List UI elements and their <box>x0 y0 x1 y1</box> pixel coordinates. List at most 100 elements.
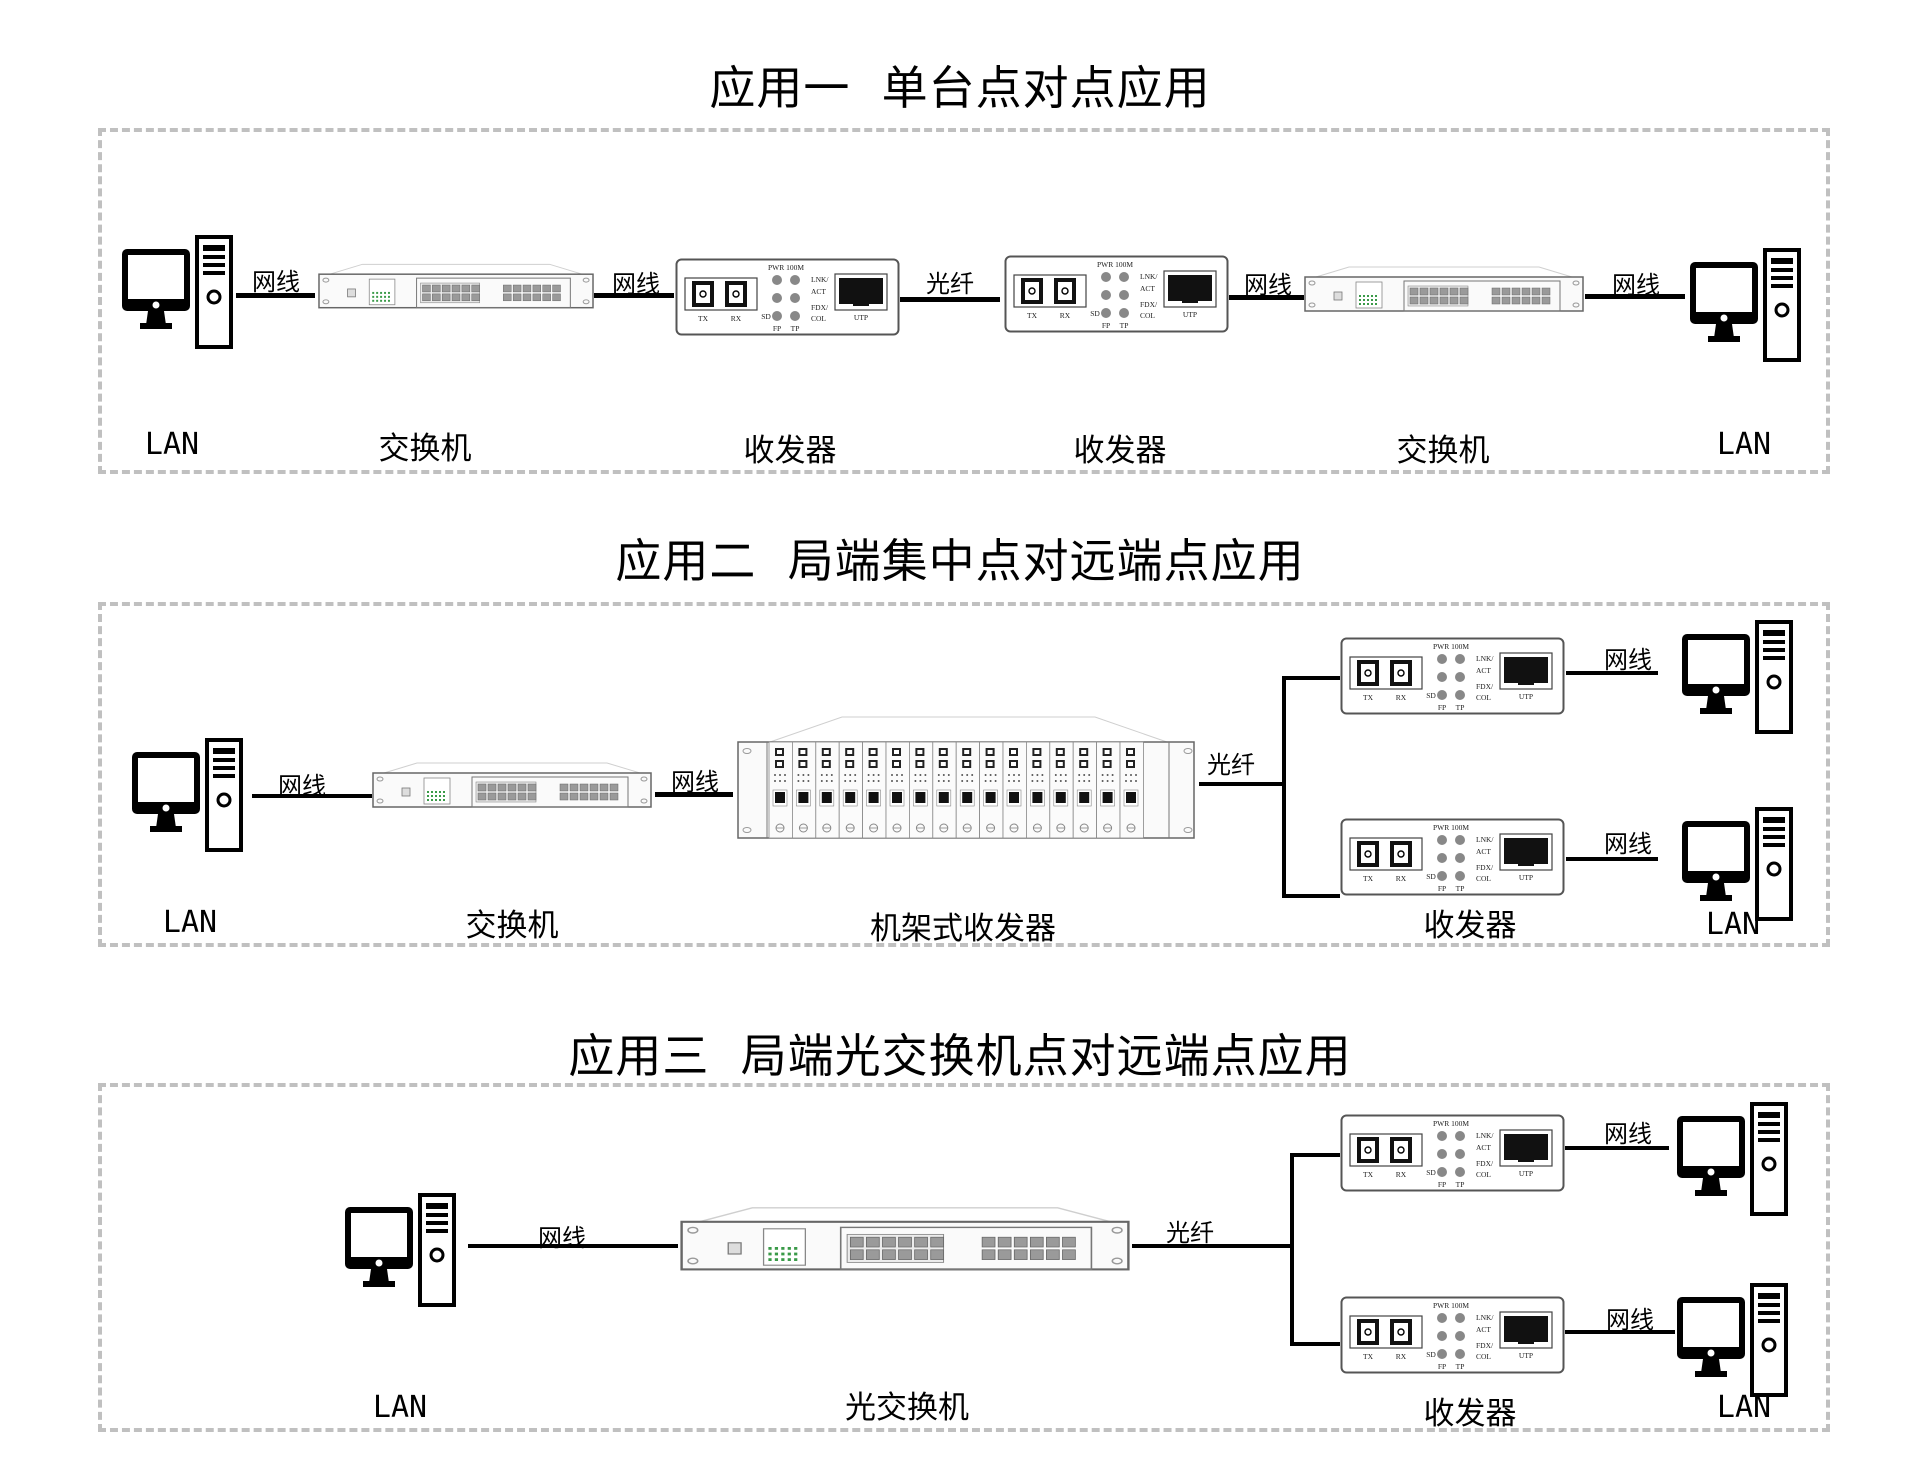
device-text: LNK/ <box>1140 272 1158 281</box>
switch-label: 交换机 <box>1396 433 1490 469</box>
lan-label: LAN <box>1716 1390 1772 1425</box>
media-converter: TX RX PWR 100M LNK/ACT FDX/COL SD FP TP UTP <box>1340 1296 1565 1374</box>
device-text: TP <box>1456 884 1465 893</box>
device-text: RX <box>1396 1170 1407 1179</box>
device-text: FP <box>1438 1362 1446 1371</box>
device-text: FDX/ <box>1476 682 1494 691</box>
device-text: COL <box>811 314 826 323</box>
media-converter: TX RX PWR 100M LNK/ACT FDX/COL SD FP TP UTP <box>1004 255 1229 333</box>
device-text: PWR 100M <box>1433 1301 1469 1310</box>
rack-card-slot <box>1049 741 1074 839</box>
transceiver-label: 收发器 <box>1073 433 1167 469</box>
pc-icon <box>1680 620 1795 735</box>
rack-card-slot <box>955 741 980 839</box>
device-text: TX <box>1027 311 1038 320</box>
rack-card-slot <box>908 741 934 839</box>
device-text: UTP <box>1519 692 1533 701</box>
media-converter: TX RX PWR 100M LNK/ACT FDX/COL SD FP TP UTP <box>675 258 900 336</box>
device-text: LNK/ <box>1476 1131 1494 1140</box>
device-text: FDX/ <box>1476 1159 1494 1168</box>
cable-label: 网线 <box>252 268 300 296</box>
device-text: TP <box>791 324 800 333</box>
device-text: TP <box>1456 1362 1465 1371</box>
rack-card-slot <box>862 741 887 839</box>
device-text: ACT <box>1476 1325 1491 1334</box>
optical-switch-label: 光交换机 <box>845 1390 969 1426</box>
device-text: ACT <box>1140 284 1155 293</box>
rack-card-slot <box>815 741 840 839</box>
rack-card-slot <box>792 741 817 839</box>
device-text: TX <box>1363 874 1374 883</box>
device-text: RX <box>1396 1352 1407 1361</box>
device-text: ACT <box>1476 666 1491 675</box>
device-text: COL <box>1140 311 1155 320</box>
fiber-label: 光纤 <box>1207 751 1255 779</box>
pc-icon <box>1675 1102 1790 1217</box>
cable-label: 网线 <box>278 772 326 800</box>
transceiver-icon: TX RX PWR 100M LNK/ACT FDX/COL SDFP TP UTP <box>1340 1296 1565 1374</box>
switch-label: 交换机 <box>378 431 472 467</box>
device-text: COL <box>1476 1170 1491 1179</box>
device-text: SD <box>1426 691 1436 700</box>
fiber-branch-vertical <box>1290 1153 1294 1346</box>
fiber-branch-bottom <box>1290 1342 1340 1346</box>
fiber-label: 光纤 <box>1166 1219 1214 1247</box>
rack-card-slot <box>979 741 1004 839</box>
device-text: RX <box>1396 874 1407 883</box>
transceiver-label: 收发器 <box>1423 1396 1517 1432</box>
device-text: SD <box>761 312 771 321</box>
switch-icon <box>372 760 652 812</box>
fiber-branch-top <box>1290 1153 1340 1157</box>
device-text: COL <box>1476 693 1491 702</box>
device-text: LNK/ <box>1476 654 1494 663</box>
pc-icon <box>1680 807 1795 922</box>
device-text: ACT <box>1476 847 1491 856</box>
lan-label: LAN <box>1705 907 1761 942</box>
transceiver-label: 收发器 <box>1423 908 1517 944</box>
device-text: TX <box>1363 1352 1374 1361</box>
rack-card-slot <box>1096 741 1121 839</box>
cable-label: 网线 <box>612 270 660 298</box>
fiber-line <box>1199 782 1284 786</box>
device-text: RX <box>1396 693 1407 702</box>
device-text: ACT <box>1476 1143 1491 1152</box>
rack-card-slot <box>838 741 863 839</box>
device-text: FP <box>773 324 781 333</box>
switch-label: 交换机 <box>465 908 559 944</box>
device-text: FP <box>1438 703 1446 712</box>
device-text: UTP <box>1519 1351 1533 1360</box>
rack-card-slot <box>1119 741 1144 839</box>
media-converter: TX RX PWR 100M LNK/ACT FDX/COL SD FP TP UTP <box>1340 637 1565 715</box>
device-text: UTP <box>1519 873 1533 882</box>
device-text: PWR 100M <box>768 263 804 272</box>
device-text: TP <box>1456 1180 1465 1189</box>
device-text: LNK/ <box>1476 1313 1494 1322</box>
device-text: TX <box>1363 693 1374 702</box>
device-text: SD <box>1426 872 1436 881</box>
device-text: TP <box>1120 321 1129 330</box>
cable-label: 网线 <box>538 1224 586 1252</box>
device-text: FDX/ <box>1476 863 1494 872</box>
transceiver-icon: TX RX PWR 100M LNK/ACT FDX/COL SDFP TP UTP <box>1340 637 1565 715</box>
pc-icon <box>130 738 245 853</box>
lan-label: LAN <box>1716 427 1772 462</box>
device-text: TP <box>1456 703 1465 712</box>
device-text: LNK/ <box>1476 835 1494 844</box>
device-text: LNK/ <box>811 275 829 284</box>
pc-icon <box>120 235 235 350</box>
cable-label: 网线 <box>1606 1306 1654 1334</box>
media-converter: TX RX PWR 100M LNK/ACT FDX/COL SD FP TP UTP <box>1340 818 1565 896</box>
app3-title: 应用三 局端光交换机点对远端点应用 <box>568 1029 1352 1083</box>
switch-icon <box>1304 265 1584 315</box>
device-text: FDX/ <box>1476 1341 1494 1350</box>
switch-icon <box>318 262 594 312</box>
device-text: SD <box>1426 1168 1436 1177</box>
device-text: FDX/ <box>811 303 829 312</box>
device-text: FP <box>1438 884 1446 893</box>
device-text: FDX/ <box>1140 300 1158 309</box>
rack-transceiver-chassis <box>737 716 1195 839</box>
device-text: TX <box>698 314 709 323</box>
rack-card-slot <box>1072 741 1098 839</box>
device-text: SD <box>1426 1350 1436 1359</box>
pc-icon <box>343 1193 458 1308</box>
